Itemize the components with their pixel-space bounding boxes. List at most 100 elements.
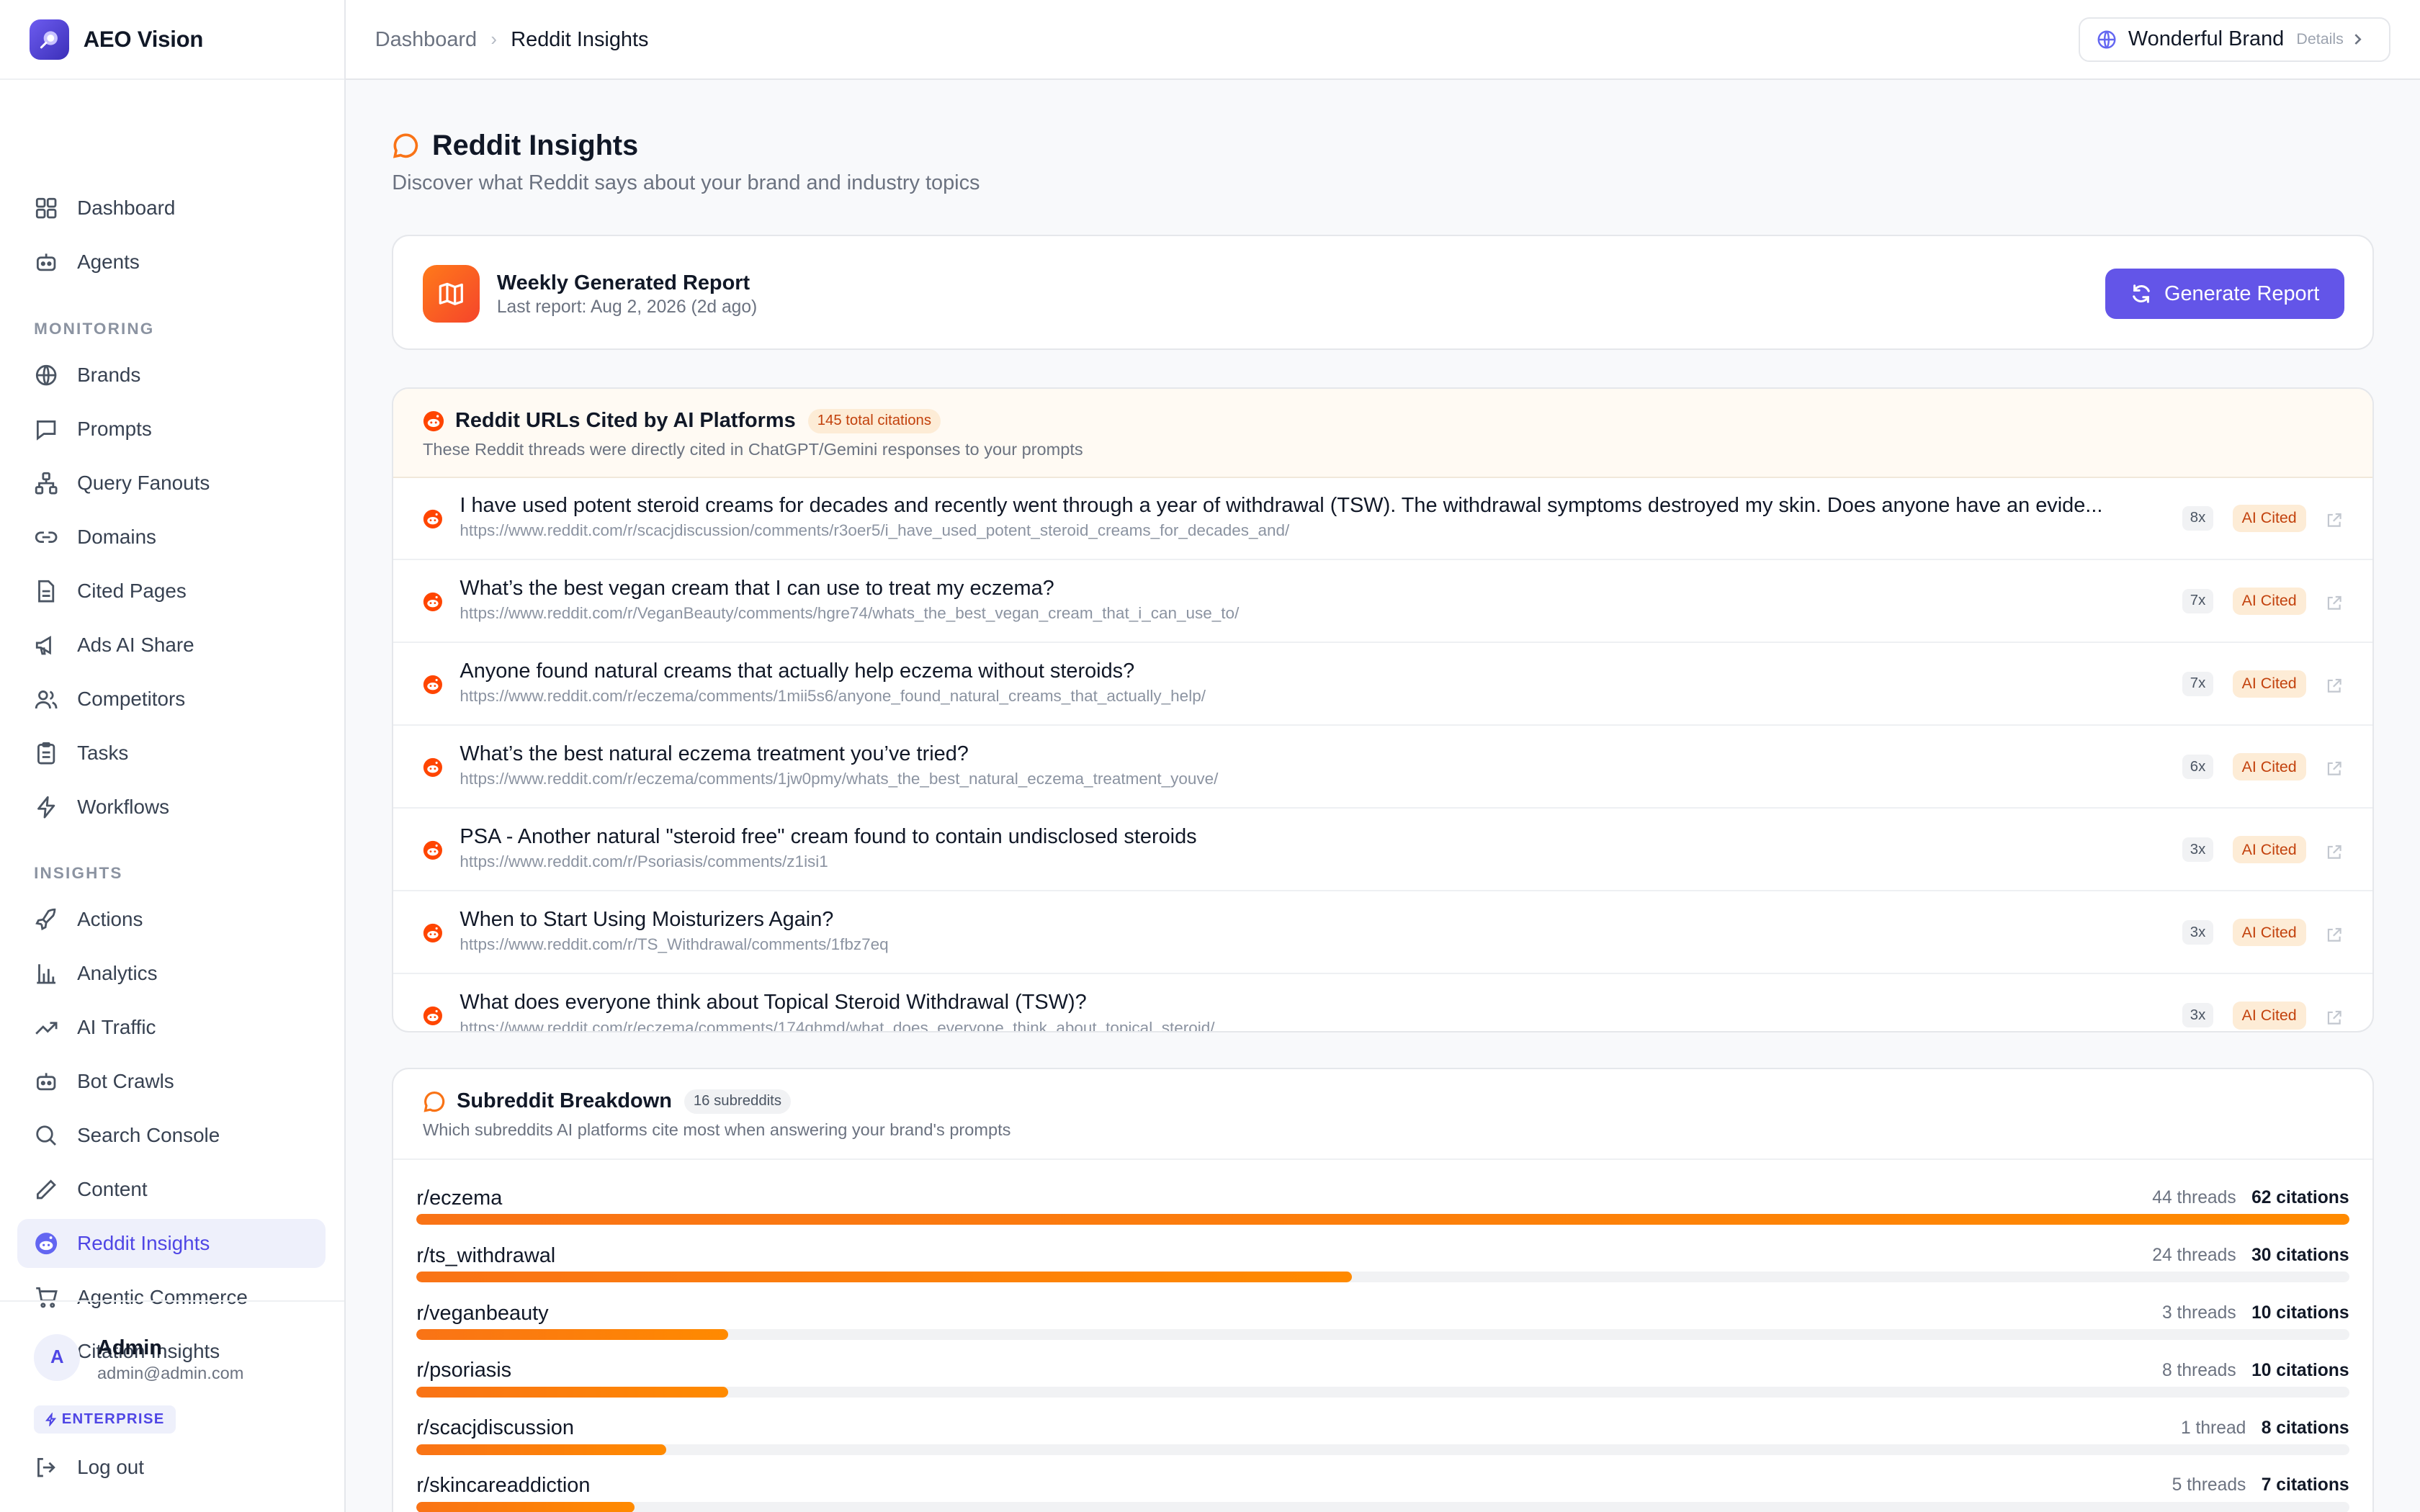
logout-button[interactable]: Log out bbox=[34, 1455, 144, 1480]
progress-bar-fill bbox=[416, 1444, 666, 1455]
clipboard-icon bbox=[37, 742, 55, 765]
sidebar-item-workflows[interactable]: Workflows bbox=[17, 782, 326, 832]
link-icon bbox=[35, 531, 58, 543]
table-row[interactable]: When to Start Using Moisturizers Again? h… bbox=[393, 892, 2372, 975]
thread-url[interactable]: https://www.reddit.com/r/Psoriasis/comme… bbox=[460, 852, 828, 871]
list-item[interactable]: r/skincareaddiction 5 threads 7 citations bbox=[416, 1464, 2349, 1512]
thread-title[interactable]: When to Start Using Moisturizers Again? bbox=[460, 908, 833, 932]
table-row[interactable]: Anyone found natural creams that actuall… bbox=[393, 644, 2372, 726]
app-brand[interactable]: AEO Vision bbox=[0, 0, 344, 81]
page-subtitle: Discover what Reddit says about your bra… bbox=[392, 171, 980, 194]
thread-url[interactable]: https://www.reddit.com/r/eczema/comments… bbox=[460, 687, 1206, 706]
generate-report-label: Generate Report bbox=[2164, 282, 2320, 305]
reddit-icon bbox=[423, 410, 444, 431]
thread-url[interactable]: https://www.reddit.com/r/TS_Withdrawal/c… bbox=[460, 935, 888, 954]
sidebar-item-prompts[interactable]: Prompts bbox=[17, 404, 326, 454]
users-icon bbox=[35, 690, 58, 708]
plan-badge: ENTERPRISE bbox=[34, 1405, 176, 1434]
lightning-icon bbox=[37, 796, 55, 819]
breadcrumb-item-dashboard[interactable]: Dashboard bbox=[375, 28, 477, 52]
subreddit-name: r/skincareaddiction bbox=[416, 1474, 591, 1498]
sidebar-item-query-fanouts[interactable]: Query Fanouts bbox=[17, 458, 326, 508]
sidebar-item-label: Query Fanouts bbox=[77, 471, 210, 494]
table-row[interactable]: PSA - Another natural "steroid free" cre… bbox=[393, 809, 2372, 891]
user-email: admin@admin.com bbox=[97, 1364, 244, 1383]
sidebar-item-search-console[interactable]: Search Console bbox=[17, 1111, 326, 1161]
external-link-icon[interactable] bbox=[2326, 508, 2343, 536]
thread-title[interactable]: Anyone found natural creams that actuall… bbox=[460, 660, 1134, 683]
sidebar-item-content[interactable]: Content bbox=[17, 1165, 326, 1215]
thread-url[interactable]: https://www.reddit.com/r/eczema/comments… bbox=[460, 1019, 1214, 1031]
progress-bar bbox=[416, 1444, 2349, 1455]
sidebar-item-analytics[interactable]: Analytics bbox=[17, 949, 326, 999]
sidebar-item-agents[interactable]: Agents bbox=[17, 238, 326, 287]
sidebar-item-label: Prompts bbox=[77, 417, 152, 440]
thread-title[interactable]: PSA - Another natural "steroid free" cre… bbox=[460, 825, 1196, 849]
bar-chart-icon bbox=[37, 964, 56, 984]
list-item[interactable]: r/ts_withdrawal 24 threads 30 citations bbox=[416, 1235, 2349, 1292]
sidebar-item-reddit-insights[interactable]: Reddit Insights bbox=[17, 1218, 326, 1269]
external-link-icon[interactable] bbox=[2326, 839, 2343, 867]
thread-url[interactable]: https://www.reddit.com/r/VeganBeauty/com… bbox=[460, 604, 1239, 623]
table-row[interactable]: What’s the best natural eczema treatment… bbox=[393, 726, 2372, 809]
citation-count: 10 citations bbox=[2251, 1302, 2349, 1323]
thread-title[interactable]: What’s the best vegan cream that I can u… bbox=[460, 577, 1054, 600]
lightning-icon bbox=[45, 1412, 57, 1426]
reddit-icon bbox=[423, 922, 443, 950]
plan-label: ENTERPRISE bbox=[61, 1410, 165, 1427]
thread-title[interactable]: I have used potent steroid creams for de… bbox=[460, 494, 2102, 518]
sidebar-item-ads-ai-share[interactable]: Ads AI Share bbox=[17, 620, 326, 670]
sidebar-item-ai-traffic[interactable]: AI Traffic bbox=[17, 1003, 326, 1053]
section-label-insights: INSIGHTS bbox=[34, 863, 123, 882]
sidebar-item-label: AI Traffic bbox=[77, 1016, 156, 1039]
citation-count-badge: 3x bbox=[2182, 837, 2213, 863]
thread-title[interactable]: What’s the best natural eczema treatment… bbox=[460, 742, 968, 766]
dashboard-icon bbox=[36, 198, 57, 219]
page-title-text: Reddit Insights bbox=[431, 130, 639, 161]
external-link-icon[interactable] bbox=[2326, 673, 2343, 701]
external-link-icon[interactable] bbox=[2326, 922, 2343, 950]
progress-bar-fill bbox=[416, 1329, 729, 1341]
external-link-icon[interactable] bbox=[2326, 756, 2343, 784]
sidebar-item-label: Dashboard bbox=[77, 197, 176, 220]
sidebar-item-tasks[interactable]: Tasks bbox=[17, 728, 326, 778]
sidebar-item-domains[interactable]: Domains bbox=[17, 512, 326, 562]
generate-report-button[interactable]: Generate Report bbox=[2105, 268, 2345, 320]
table-row[interactable]: What does everyone think about Topical S… bbox=[393, 976, 2372, 1031]
progress-bar bbox=[416, 1501, 2349, 1512]
page-title: Reddit Insights bbox=[392, 130, 638, 162]
avatar[interactable]: A bbox=[34, 1334, 81, 1381]
subreddit-breakdown-subtitle: Which subreddits AI platforms cite most … bbox=[422, 1120, 1011, 1139]
sidebar-item-brands[interactable]: Brands bbox=[17, 350, 326, 400]
thread-title[interactable]: What does everyone think about Topical S… bbox=[460, 991, 1086, 1014]
table-row[interactable]: What’s the best vegan cream that I can u… bbox=[393, 561, 2372, 643]
breadcrumb-item-current: Reddit Insights bbox=[511, 27, 649, 51]
list-item[interactable]: r/psoriasis 8 threads 10 citations bbox=[416, 1350, 2349, 1407]
thread-url[interactable]: https://www.reddit.com/r/scacjdiscussion… bbox=[460, 521, 1289, 540]
sidebar-item-competitors[interactable]: Competitors bbox=[17, 674, 326, 724]
list-item[interactable]: r/veganbeauty 3 threads 10 citations bbox=[416, 1292, 2349, 1349]
citation-count-badge: 6x bbox=[2182, 754, 2213, 780]
external-link-icon[interactable] bbox=[2326, 590, 2343, 618]
table-row[interactable]: I have used potent steroid creams for de… bbox=[393, 478, 2372, 560]
sidebar-item-cited-pages[interactable]: Cited Pages bbox=[17, 566, 326, 616]
sidebar-item-bot-crawls[interactable]: Bot Crawls bbox=[17, 1057, 326, 1107]
sidebar-item-label: Tasks bbox=[77, 741, 129, 764]
sidebar-item-actions[interactable]: Actions bbox=[17, 895, 326, 945]
sidebar-item-label: Workflows bbox=[77, 795, 170, 818]
thread-count: 5 threads bbox=[2172, 1475, 2246, 1495]
list-item[interactable]: r/scacjdiscussion 1 thread 8 citations bbox=[416, 1408, 2349, 1464]
file-icon bbox=[38, 580, 55, 603]
ai-cited-badge: AI Cited bbox=[2232, 587, 2306, 616]
brand-switcher[interactable]: Wonderful Brand Details bbox=[2079, 17, 2391, 62]
subreddit-breakdown-title: Subreddit Breakdown 16 subreddits bbox=[423, 1089, 791, 1114]
subreddit-name: r/psoriasis bbox=[416, 1359, 512, 1382]
external-link-icon[interactable] bbox=[2326, 1004, 2343, 1030]
refresh-icon bbox=[2133, 284, 2150, 303]
sidebar-item-dashboard[interactable]: Dashboard bbox=[17, 184, 326, 233]
list-item[interactable]: r/eczema 44 threads 62 citations bbox=[416, 1177, 2349, 1234]
cited-urls-header: Reddit URLs Cited by AI Platforms 145 to… bbox=[393, 388, 2372, 479]
cited-urls-title-text: Reddit URLs Cited by AI Platforms bbox=[454, 409, 796, 433]
ai-cited-badge: AI Cited bbox=[2232, 1001, 2306, 1030]
thread-url[interactable]: https://www.reddit.com/r/eczema/comments… bbox=[460, 770, 1218, 788]
